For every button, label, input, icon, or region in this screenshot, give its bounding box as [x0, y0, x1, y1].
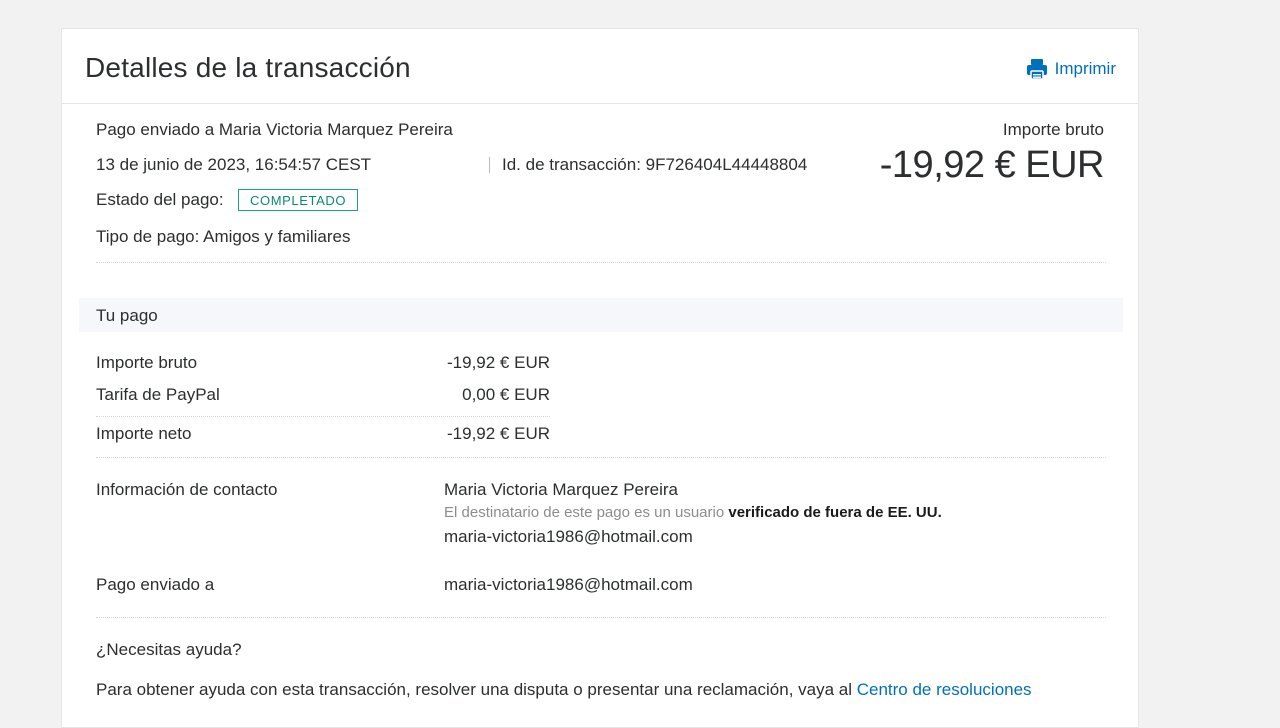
print-label: Imprimir — [1054, 59, 1116, 78]
gross-amount-value: -19,92 € EUR — [879, 144, 1105, 186]
contact-email: maria-victoria1986@hotmail.com — [444, 527, 693, 546]
vertical-divider — [489, 157, 490, 173]
gross-amount-label: Importe bruto — [1002, 120, 1104, 139]
transaction-date: 13 de junio de 2023, 16:54:57 CEST — [96, 155, 372, 174]
print-button[interactable]: Imprimir — [1025, 57, 1116, 81]
help-title: ¿Necesitas ayuda? — [96, 640, 242, 659]
verification-note: El destinatario de este pago es un usuar… — [444, 504, 942, 522]
sent-to-summary: Pago enviado a Maria Victoria Marquez Pe… — [96, 120, 453, 139]
card-header: Detalles de la transacción Imprimir — [62, 29, 1138, 104]
contact-info-label: Información de contacto — [96, 480, 278, 499]
transaction-id: Id. de transacción: 9F726404L44448804 — [502, 155, 808, 174]
row-gross-label: Importe bruto — [96, 353, 198, 372]
contact-name: Maria Victoria Marquez Pereira — [444, 480, 678, 499]
section-title: Tu pago — [96, 306, 158, 325]
sent-to-email: maria-victoria1986@hotmail.com — [444, 575, 693, 594]
section-header-your-payment: Tu pago — [79, 298, 1123, 332]
row-fee-value: 0,00 € EUR — [462, 385, 550, 404]
row-gross-value: -19,92 € EUR — [447, 353, 550, 372]
page-title: Detalles de la transacción — [85, 52, 411, 83]
payment-type: Tipo de pago: Amigos y familiares — [96, 227, 351, 246]
transaction-details-card: Detalles de la transacción Imprimir Pago… — [61, 28, 1139, 728]
row-net-value: -19,92 € EUR — [447, 424, 550, 443]
verification-note-text: El destinatario de este pago es un usuar… — [444, 504, 729, 521]
row-net-label: Importe neto — [96, 424, 192, 443]
help-text: Para obtener ayuda con esta transacción,… — [96, 680, 1032, 700]
net-divider — [96, 416, 550, 417]
status-badge: COMPLETADO — [238, 189, 359, 211]
summary-divider — [96, 262, 1106, 263]
status-label: Estado del pago: — [96, 190, 224, 209]
payment-divider — [96, 457, 1106, 458]
row-fee-label: Tarifa de PayPal — [96, 385, 220, 404]
contact-divider — [96, 617, 1106, 618]
sent-to-label: Pago enviado a — [96, 575, 215, 594]
printer-icon — [1026, 59, 1047, 80]
verification-note-bold: verificado de fuera de EE. UU. — [728, 504, 942, 521]
